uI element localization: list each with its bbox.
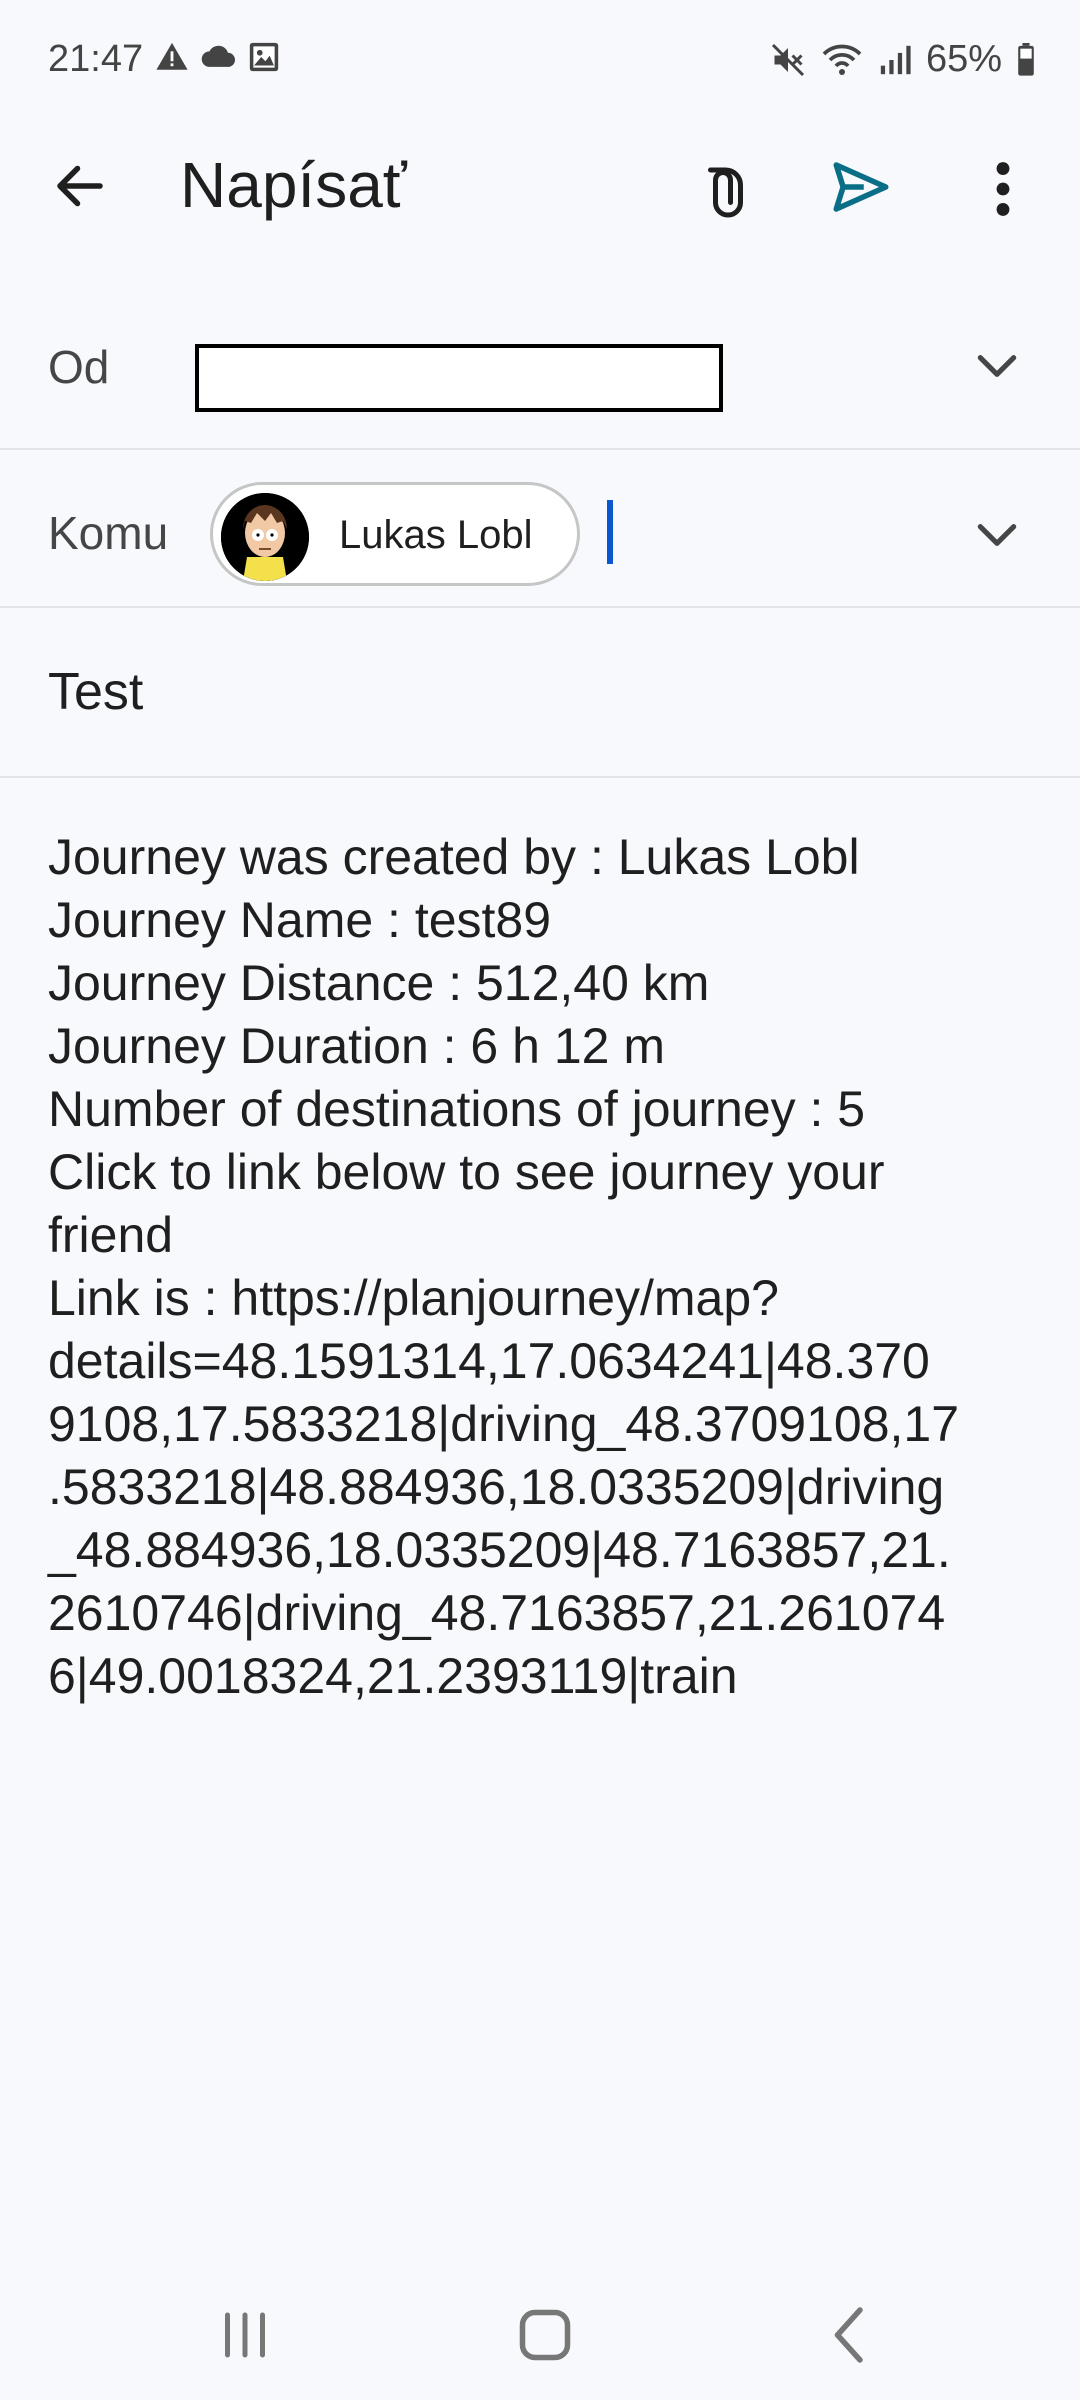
from-expand-button[interactable]	[972, 346, 1022, 386]
signal-icon	[880, 45, 911, 74]
page-title: Napísať	[180, 149, 407, 221]
warning-icon	[156, 42, 188, 70]
body-line: Number of destinations of journey : 5	[48, 1081, 866, 1137]
subject-field[interactable]: Test	[48, 662, 143, 722]
recipient-name: Lukas Lobl	[339, 513, 533, 557]
body-line: .5833218|48.884936,18.0335209|driving	[48, 1459, 945, 1515]
body-line: 6|49.0018324,21.2393119|train	[48, 1648, 738, 1704]
status-icons-left	[155, 40, 281, 74]
mute-icon	[771, 43, 804, 76]
chevron-down-icon	[977, 524, 1017, 546]
send-button[interactable]	[828, 154, 898, 224]
body-line: Click to link below to see journey your	[48, 1144, 885, 1200]
body-line: Journey Distance : 512,40 km	[48, 955, 710, 1011]
image-icon	[249, 42, 279, 72]
message-body[interactable]: Journey was created by : Lukas Lobl Jour…	[48, 826, 1038, 1708]
body-line: 2610746|driving_48.7163857,21.261074	[48, 1585, 946, 1641]
paperclip-icon	[708, 167, 743, 218]
nav-back-button[interactable]	[820, 2300, 880, 2370]
status-bar: 21:47 65%	[0, 0, 1080, 120]
home-button[interactable]	[510, 2300, 580, 2370]
body-line: Journey Name : test89	[48, 892, 552, 948]
body-line: friend	[48, 1207, 174, 1263]
system-nav-bar	[0, 2270, 1080, 2400]
compose-app-bar: Napísať	[0, 120, 1080, 250]
body-line: _48.884936,18.0335209|48.7163857,21.	[48, 1522, 951, 1578]
recipient-chip[interactable]: Lukas Lobl	[210, 482, 580, 586]
cloud-icon	[201, 45, 235, 67]
wifi-icon	[822, 44, 862, 75]
home-icon	[519, 2309, 571, 2361]
recent-apps-button[interactable]	[215, 2300, 275, 2370]
from-field[interactable]	[195, 344, 723, 412]
chevron-left-icon	[834, 2307, 863, 2363]
to-label: Komu	[48, 507, 169, 559]
recent-apps-icon	[225, 2312, 265, 2358]
battery-percent: 65%	[925, 38, 1002, 80]
status-icons-right: 65%	[770, 38, 1036, 81]
to-expand-button[interactable]	[972, 515, 1022, 555]
chevron-down-icon	[977, 355, 1017, 377]
more-options-button[interactable]	[978, 154, 1028, 224]
back-button[interactable]	[50, 156, 120, 216]
subject-row	[0, 608, 1080, 778]
avatar-image	[221, 493, 309, 581]
text-cursor	[607, 500, 613, 564]
from-label: Od	[48, 341, 110, 393]
status-time: 21:47	[48, 38, 144, 80]
body-line: Journey Duration : 6 h 12 m	[48, 1018, 665, 1074]
body-line: Link is : https://planjourney/map?	[48, 1270, 779, 1326]
body-line: details=48.1591314,17.0634241|48.370	[48, 1333, 930, 1389]
battery-icon	[1018, 42, 1034, 76]
body-line: Journey was created by : Lukas Lobl	[48, 829, 860, 885]
avatar	[221, 493, 309, 581]
send-icon	[833, 162, 889, 212]
body-line: 9108,17.5833218|driving_48.3709108,17	[48, 1396, 960, 1452]
more-vert-icon	[996, 162, 1010, 216]
arrow-back-icon	[57, 165, 103, 207]
attach-button[interactable]	[685, 160, 755, 220]
